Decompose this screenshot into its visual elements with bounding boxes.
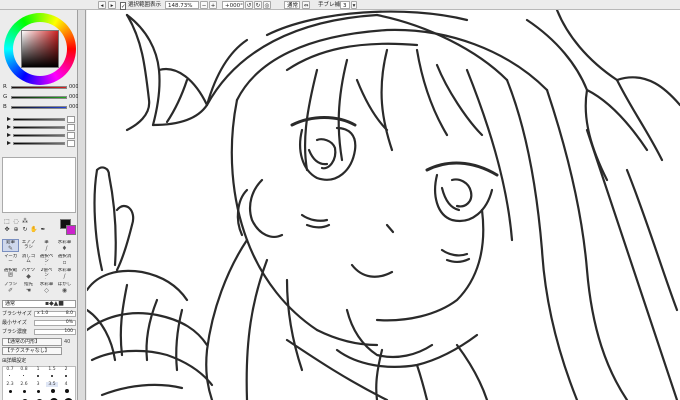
tool-finger[interactable]: 指先 ☚ [20,281,37,294]
show-selection-checkbox[interactable]: ✓ [120,2,126,10]
tool-selection[interactable]: 選択範囲⬚ [2,267,19,280]
select-pen-icon: ✎ [39,264,54,265]
brush-icon: / [45,245,48,252]
eraser-icon: ▭ [21,264,36,265]
marker-icon: ▮ [3,264,18,265]
arrow-icon [7,141,11,145]
rotate-icon[interactable]: ↻ [21,226,29,233]
undo-button[interactable]: ◂ [98,1,106,9]
tool-bucket[interactable]: バケツ ◆ [20,267,37,280]
tool-watercolor[interactable]: 水彩筆 ♦ [56,239,73,252]
show-selection-label: 選択範囲表示 [128,2,162,8]
top-toolbar: ◂ ▸ ✓ 選択範囲表示 148.73% − + +000° ↺ ↻ ◎ 通常 … [0,0,680,10]
rect-select-icon[interactable]: ⬚ [3,218,11,225]
selection-tools: ⬚ ◌ ⁂ ✥ ⊕ ↻ ✋ ✒ [3,218,59,234]
tool-blur[interactable]: ぼかし ◉ [56,281,73,294]
eyedropper-icon[interactable]: ✒ [39,226,47,233]
tool-select-pen[interactable]: 選択ペン✎ [38,253,55,266]
rotation-field[interactable]: +000° [222,1,244,9]
stabilizer-dropdown-arrow[interactable]: ▾ [351,1,357,9]
brush-2-icon: ✐ [7,287,14,294]
brush-density-row[interactable]: ブラシ濃度 100 [2,328,76,336]
tool-marker[interactable]: マーカー▮ [2,253,19,266]
swatch-panel[interactable] [2,157,76,213]
arrow-icon [7,125,11,129]
tool-pencil[interactable]: 鉛筆 ✎ [2,239,19,252]
zoom-field[interactable]: 148.73% [165,1,199,9]
gray-slider-2[interactable] [3,124,77,131]
blur-icon: ◉ [61,287,68,294]
watercolor-icon: ♦ [61,245,68,252]
binary-pen-icon: ✎ [39,278,54,279]
panel-divider[interactable] [78,10,86,400]
lasso-icon[interactable]: ◌ [12,218,20,225]
brush-edge-select[interactable]: 【通常の円形】 [2,338,62,346]
min-size-row[interactable]: 最小サイズ 0% [2,319,76,327]
line-art-sketch [87,10,680,400]
color-wheel[interactable] [4,13,76,85]
bucket-icon: ◆ [26,273,31,280]
brush-size-presets: 0.7 0.8 1 1.5 2 2.3 2.6 3 3.5 4 [2,366,76,400]
drawing-canvas[interactable] [87,10,680,400]
rgb-slider-g[interactable]: G 000 [3,94,79,101]
rgb-slider-r[interactable]: R 000 [3,84,79,91]
zoom-in-button[interactable]: + [209,1,217,9]
tool-watercolor-2[interactable]: 水彩筆 / [56,267,73,280]
rotate-left-button[interactable]: ↺ [245,1,253,9]
saturation-value-square[interactable] [21,30,59,68]
tool-brush[interactable]: 筆 / [38,239,55,252]
brush-texture-select[interactable]: 【テクスチャなし】 [2,347,62,355]
rotate-reset-button[interactable]: ◎ [263,1,271,9]
hand-icon[interactable]: ✋ [30,226,38,233]
stabilizer-select[interactable]: 3 [340,1,350,9]
flip-button[interactable]: ⇔ [302,1,310,9]
rgb-slider-b[interactable]: B 000 [3,104,79,111]
tool-airbrush[interactable]: エアブラシ∴ [20,239,37,252]
zoom-icon[interactable]: ⊕ [12,226,20,233]
tool-eraser[interactable]: 消しゴム▭ [20,253,37,266]
brush-size-row[interactable]: ブラシサイズ x 1.0 8.0 [2,310,76,318]
watercolor-2-icon: / [63,273,66,280]
gray-slider-1[interactable] [3,116,77,123]
watercolor-3-icon: ◇ [44,287,49,294]
arrow-icon [7,117,11,121]
redo-button[interactable]: ▸ [108,1,116,9]
selection-icon: ⬚ [3,278,18,279]
edge-strength: 40 [64,339,71,345]
tool-brush-2[interactable]: ブラシ ✐ [2,281,19,294]
finger-icon: ☚ [25,287,32,294]
tool-select-eraser[interactable]: 選択消 ▫ [56,253,73,266]
brush-shape-icons[interactable]: ▪◆▲■ [45,301,64,307]
tool-binary-pen[interactable]: 2値ペン✎ [38,267,55,280]
pencil-icon: ✎ [7,245,14,252]
move-icon[interactable]: ✥ [3,226,11,233]
rotate-right-button[interactable]: ↻ [254,1,262,9]
tool-watercolor-3[interactable]: 水彩筆 ◇ [38,281,55,294]
detail-settings-toggle[interactable]: ⊞詳細設定 [2,358,26,365]
left-panel: R 000 G 000 B 000 ⬚ ◌ ⁂ ✥ ⊕ ↻ ✋ ✒ 鉛筆 ✎ エア… [0,10,79,400]
magic-wand-icon[interactable]: ⁂ [21,218,29,225]
blend-mode-select[interactable]: 通常 [284,1,300,9]
zoom-out-button[interactable]: − [200,1,208,9]
background-color-swatch[interactable] [66,225,76,235]
brush-blend-select[interactable]: 通常 [2,300,76,308]
airbrush-icon: ∴ [21,250,36,251]
gray-slider-4[interactable] [3,140,77,147]
arrow-icon [7,133,11,137]
gray-slider-3[interactable] [3,132,77,139]
select-eraser-icon: ▫ [62,259,67,266]
